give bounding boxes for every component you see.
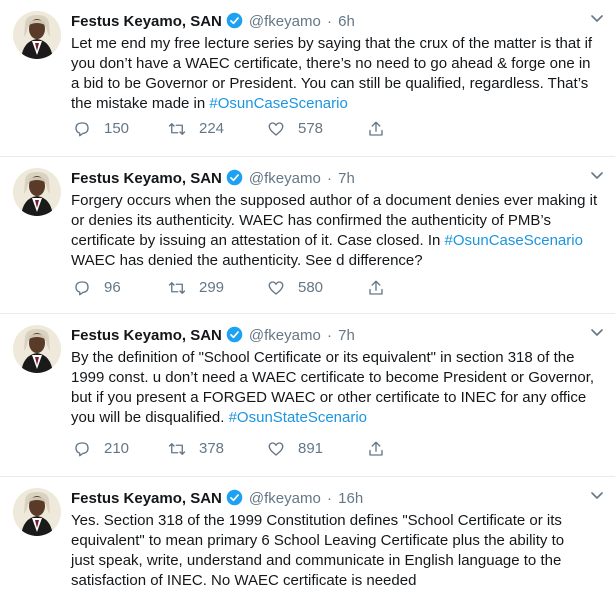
avatar[interactable] xyxy=(13,488,61,536)
tweet-line: or denies its authenticity. WAEC has con… xyxy=(71,212,551,229)
verified-badge-icon xyxy=(226,489,243,506)
tweet-text: Forgery occurs when the supposed author … xyxy=(71,191,599,271)
author-handle[interactable]: @fkeyamo xyxy=(249,13,321,30)
reply-icon xyxy=(75,281,89,296)
chevron-down-icon[interactable] xyxy=(591,491,603,501)
hashtag-link[interactable]: #OsunCaseScenario xyxy=(209,95,347,112)
separator-dot: · xyxy=(326,327,332,344)
retweet-button[interactable]: 299 xyxy=(168,277,224,299)
tweet-header: Festus Keyamo, SAN @fkeyamo · 7h xyxy=(71,169,601,187)
like-count: 891 xyxy=(298,440,324,457)
chevron-down-icon[interactable] xyxy=(591,171,603,181)
tweet[interactable]: Festus Keyamo, SAN @fkeyamo · 7h Forgery … xyxy=(0,157,615,314)
tweet-feed: Festus Keyamo, SAN @fkeyamo · 6h Let me e… xyxy=(0,0,615,600)
heart-icon xyxy=(268,281,284,295)
tweet-line: Forgery occurs when the supposed author … xyxy=(71,192,598,209)
reply-button[interactable]: 96 xyxy=(73,277,121,299)
retweet-icon xyxy=(168,123,186,135)
share-button[interactable] xyxy=(367,438,398,460)
retweet-count: 378 xyxy=(199,440,225,457)
timestamp[interactable]: 7h xyxy=(338,170,355,187)
like-button[interactable]: 578 xyxy=(267,118,323,140)
tweet[interactable]: Festus Keyamo, SAN @fkeyamo · 7h By the d… xyxy=(0,314,615,477)
author-name[interactable]: Festus Keyamo, SAN xyxy=(71,170,222,187)
tweet-line-text: you will be disqualified. xyxy=(71,409,229,426)
timestamp[interactable]: 6h xyxy=(338,13,355,30)
tweet-header: Festus Keyamo, SAN @fkeyamo · 16h xyxy=(71,489,601,507)
tweet-line-text: certificate by issuing an attestation of… xyxy=(71,232,445,249)
reply-count: 96 xyxy=(104,279,121,296)
tweet-line: WAEC has denied the authenticity. See d … xyxy=(71,252,423,269)
tweet-line: Let me end my free lecture series by say… xyxy=(71,35,593,52)
avatar[interactable] xyxy=(13,11,61,59)
tweet-line: certificate by issuing an attestation of… xyxy=(71,231,599,251)
reply-count: 210 xyxy=(104,440,130,457)
hashtag-link[interactable]: #OsunCaseScenario xyxy=(445,232,583,249)
like-button[interactable]: 891 xyxy=(267,438,323,460)
timestamp[interactable]: 16h xyxy=(338,490,363,507)
tweet-line: a bid to be Governor or President. You c… xyxy=(71,75,589,92)
retweet-button[interactable]: 378 xyxy=(168,438,224,460)
tweet-line: you don’t have a WAEC certificate, there… xyxy=(71,55,591,72)
tweet-actions: 150 224 578 xyxy=(71,118,411,140)
tweet-line-text: the mistake made in xyxy=(71,95,210,112)
tweet-line: satisfaction of INEC. No WAEC certificat… xyxy=(71,572,417,589)
like-count: 580 xyxy=(298,279,324,296)
chevron-down-icon[interactable] xyxy=(591,328,603,338)
author-handle[interactable]: @fkeyamo xyxy=(249,327,321,344)
retweet-icon xyxy=(168,443,186,455)
tweet-header: Festus Keyamo, SAN @fkeyamo · 6h xyxy=(71,12,601,30)
verified-badge-icon xyxy=(226,12,243,29)
tweet-line: By the definition of "School Certificate… xyxy=(71,349,575,366)
avatar[interactable] xyxy=(13,325,61,373)
tweet-line: but if you present a FORGED WAEC or othe… xyxy=(71,389,587,406)
reply-count: 150 xyxy=(104,120,130,137)
retweet-count: 224 xyxy=(199,120,225,137)
verified-badge-icon xyxy=(226,326,243,343)
share-icon xyxy=(369,441,383,456)
retweet-count: 299 xyxy=(199,279,225,296)
like-count: 578 xyxy=(298,120,324,137)
author-name[interactable]: Festus Keyamo, SAN xyxy=(71,13,222,30)
share-icon xyxy=(369,280,383,295)
tweet-text: By the definition of "School Certificate… xyxy=(71,348,599,428)
share-icon xyxy=(369,121,383,136)
tweet-actions: 210 378 891 xyxy=(71,438,411,460)
retweet-icon xyxy=(168,282,186,294)
separator-dot: · xyxy=(326,490,332,507)
tweet-line: Yes. Section 318 of the 1999 Constitutio… xyxy=(71,512,562,529)
share-button[interactable] xyxy=(367,118,398,140)
tweet-text: Yes. Section 318 of the 1999 Constitutio… xyxy=(71,511,599,591)
heart-icon xyxy=(268,442,284,456)
share-button[interactable] xyxy=(367,277,398,299)
author-handle[interactable]: @fkeyamo xyxy=(249,490,321,507)
author-name[interactable]: Festus Keyamo, SAN xyxy=(71,490,222,507)
like-button[interactable]: 580 xyxy=(267,277,323,299)
separator-dot: · xyxy=(326,13,332,30)
author-name[interactable]: Festus Keyamo, SAN xyxy=(71,327,222,344)
tweet-actions: 96 299 580 xyxy=(71,277,411,299)
tweet-line: the mistake made in #OsunCaseScenario xyxy=(71,94,599,114)
tweet-line: 1999 const. u don’t need a WAEC certific… xyxy=(71,369,595,386)
tweet-line: you will be disqualified. #OsunStateScen… xyxy=(71,408,599,428)
heart-icon xyxy=(268,122,284,136)
verified-badge-icon xyxy=(226,169,243,186)
tweet[interactable]: Festus Keyamo, SAN @fkeyamo · 6h Let me e… xyxy=(0,0,615,157)
reply-button[interactable]: 150 xyxy=(73,118,129,140)
retweet-button[interactable]: 224 xyxy=(168,118,224,140)
tweet-line: just speak, write, understand and commun… xyxy=(71,552,562,569)
tweet-line: equivalent" to mean primary 6 School Lea… xyxy=(71,532,565,549)
timestamp[interactable]: 7h xyxy=(338,327,355,344)
chevron-down-icon[interactable] xyxy=(591,14,603,24)
tweet-header: Festus Keyamo, SAN @fkeyamo · 7h xyxy=(71,326,601,344)
reply-button[interactable]: 210 xyxy=(73,438,129,460)
separator-dot: · xyxy=(326,170,332,187)
tweet[interactable]: Festus Keyamo, SAN @fkeyamo · 16h Yes. Se… xyxy=(0,477,615,600)
tweet-text: Let me end my free lecture series by say… xyxy=(71,34,599,114)
reply-icon xyxy=(75,442,89,457)
author-handle[interactable]: @fkeyamo xyxy=(249,170,321,187)
reply-icon xyxy=(75,122,89,137)
avatar[interactable] xyxy=(13,168,61,216)
hashtag-link[interactable]: #OsunStateScenario xyxy=(229,409,367,426)
